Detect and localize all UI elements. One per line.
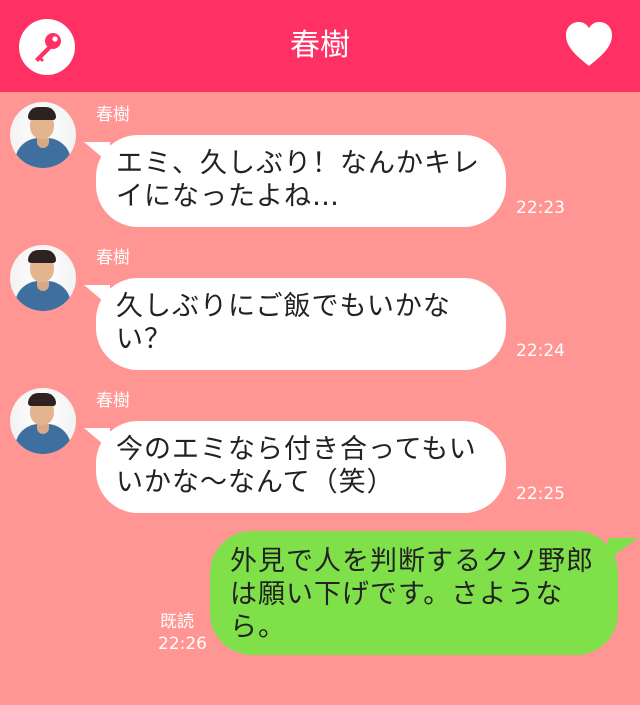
message-text: 今のエミなら付き合ってもいいかな〜なんて（笑） — [116, 434, 477, 498]
avatar[interactable] — [10, 245, 76, 311]
sender-name: 春樹 — [96, 248, 130, 268]
message-bubble[interactable]: エミ、久しぶり！なんかキレイになったよね… — [96, 135, 506, 227]
message-time: 22:25 — [516, 484, 565, 504]
message-time: 22:23 — [516, 198, 565, 218]
avatar[interactable] — [10, 388, 76, 454]
message-time: 22:24 — [516, 341, 565, 361]
reply-text: 外見で人を判断するクソ野郎は願い下げです。さようなら。 — [230, 546, 594, 643]
sender-name: 春樹 — [96, 105, 130, 125]
reply-bubble[interactable]: 外見で人を判断するクソ野郎は願い下げです。さようなら。 — [210, 531, 618, 655]
read-receipt: 既読 — [160, 612, 194, 632]
message-bubble[interactable]: 今のエミなら付き合ってもいいかな〜なんて（笑） — [96, 421, 506, 513]
chat-title: 春樹 — [290, 28, 350, 63]
chat-header: 春樹 — [0, 0, 640, 92]
message-text: 久しぶりにご飯でもいかない？ — [116, 291, 451, 355]
heart-icon[interactable] — [564, 20, 614, 70]
sender-name: 春樹 — [96, 391, 130, 411]
message-bubble[interactable]: 久しぶりにご飯でもいかない？ — [96, 278, 506, 370]
message-text: エミ、久しぶり！なんかキレイになったよね… — [116, 148, 480, 212]
reply-time: 22:26 — [158, 634, 207, 654]
avatar[interactable] — [10, 102, 76, 168]
